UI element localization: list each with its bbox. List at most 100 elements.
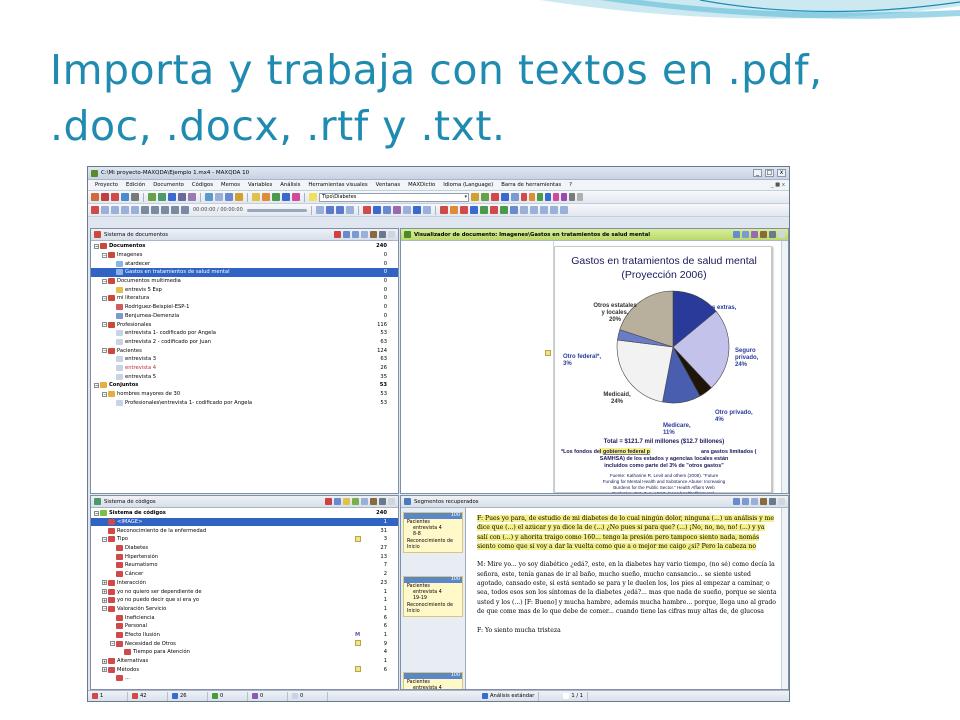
align-down-icon[interactable] [335, 206, 344, 214]
minimize-button[interactable]: _ [753, 169, 762, 177]
tree-row[interactable]: <IMAGE> 1 [91, 517, 398, 527]
collapse-icon[interactable]: − [102, 348, 107, 354]
color-icon[interactable] [343, 498, 350, 505]
edit-icon[interactable] [742, 231, 749, 238]
undo-icon[interactable] [511, 193, 519, 201]
collapse-icon[interactable]: − [94, 510, 99, 516]
menu-item[interactable]: ? [565, 182, 576, 188]
collapse-icon[interactable]: − [102, 295, 107, 301]
tree-row[interactable]: + yo no quiero ser dependiente de 1 [91, 587, 398, 596]
open-project-icon[interactable] [91, 193, 99, 201]
expand-icon[interactable]: + [102, 580, 107, 586]
mdi-controls[interactable]: _ ■ x [767, 182, 789, 188]
color-icon[interactable] [449, 206, 458, 214]
code-color-icon[interactable] [521, 193, 527, 201]
code-color-icon[interactable] [569, 193, 575, 201]
play-icon[interactable] [161, 206, 169, 214]
end-icon[interactable] [181, 206, 189, 214]
delete-icon[interactable] [111, 193, 119, 201]
color-code-icon[interactable] [481, 193, 489, 201]
collapse-icon[interactable]: − [110, 641, 115, 647]
code-view-icon[interactable] [469, 206, 478, 214]
pin-icon[interactable] [769, 498, 776, 505]
collapse-icon[interactable]: − [102, 606, 107, 612]
close-button[interactable]: x [777, 169, 786, 177]
code-color-icon[interactable] [529, 193, 535, 201]
memo-icon[interactable] [545, 350, 551, 356]
code-color-icon[interactable] [545, 193, 551, 201]
expand-icon[interactable]: + [102, 597, 107, 603]
eraser-icon[interactable] [539, 206, 548, 214]
tree-row[interactable]: entrevis 5 Esp 0 [91, 285, 398, 294]
tree-row[interactable]: − hombres mayores de 30 53 [91, 390, 398, 399]
menu-item[interactable]: Memos [217, 182, 244, 188]
tool-icon[interactable] [559, 206, 568, 214]
menu-item[interactable]: Herramientas visuales [304, 182, 371, 188]
segment-info-box[interactable]: 100 Pacientes entrevista 4 [403, 672, 463, 689]
tree-row[interactable]: Gastos en tratamientos de salud mental 0 [91, 268, 398, 277]
tree-row[interactable]: − Documentos 240 [91, 242, 398, 251]
weight-icon[interactable] [501, 193, 509, 201]
memo-icon[interactable] [355, 536, 361, 543]
cut-icon[interactable] [101, 193, 109, 201]
tree-row[interactable]: Benjumea-Demenzia 0 [91, 312, 398, 321]
maximize-button[interactable]: □ [765, 169, 774, 177]
tree-row[interactable]: − Profesionales 116 [91, 320, 398, 329]
emoticode-icon[interactable] [491, 193, 499, 201]
filter-icon[interactable] [325, 498, 332, 505]
tree-row[interactable]: entrevista 5 35 [91, 372, 398, 381]
grid-icon[interactable] [334, 498, 341, 505]
stack-icon[interactable] [121, 206, 129, 214]
align-up-icon[interactable] [325, 206, 334, 214]
search-icon[interactable] [370, 498, 377, 505]
tool-icon[interactable] [549, 206, 558, 214]
code-icon[interactable] [471, 193, 479, 201]
tree-row[interactable]: entrevista 2 - codificado por Juan 63 [91, 338, 398, 347]
align-top-icon[interactable] [315, 206, 324, 214]
tree-row[interactable]: Personal 6 [91, 622, 398, 631]
tree-row[interactable]: + Alternativas 1 [91, 657, 398, 666]
table-icon[interactable] [178, 193, 186, 201]
close-pane-icon[interactable] [388, 231, 395, 238]
export-icon[interactable] [361, 498, 368, 505]
tree-row[interactable]: Ineficiencia 6 [91, 613, 398, 622]
media-position-slider[interactable] [246, 208, 307, 212]
tree-row[interactable]: Reconocimiento de la enfermedad 31 [91, 526, 398, 535]
menu-item[interactable]: Códigos [188, 182, 217, 188]
active-code-combo[interactable]: Tipo\Diabetes [319, 192, 469, 202]
export-icon[interactable] [361, 231, 368, 238]
text-icon[interactable] [235, 193, 243, 201]
search-icon[interactable] [282, 193, 290, 201]
tree-row[interactable]: entrevista 3 63 [91, 355, 398, 364]
import-icon[interactable] [215, 193, 223, 201]
viewer-scrollbar[interactable] [781, 241, 788, 493]
activate-icon[interactable] [158, 193, 166, 201]
expand-icon[interactable]: + [102, 658, 107, 664]
tag-icon[interactable] [272, 193, 280, 201]
tree-row[interactable]: Cáncer 2 [91, 570, 398, 579]
menu-item[interactable]: Análisis [276, 182, 304, 188]
memo-icon[interactable] [439, 206, 448, 214]
fit-icon[interactable] [422, 206, 431, 214]
tree-row[interactable]: entrevista 1- codificado por Angela 53 [91, 329, 398, 338]
memo-icon[interactable] [168, 193, 176, 201]
menu-item[interactable]: Documento [149, 182, 188, 188]
code-color-icon[interactable] [561, 193, 567, 201]
tree-row[interactable]: − Valoración Servicio 1 [91, 605, 398, 614]
tree-row[interactable]: − Necesidad de Otros 9 [91, 639, 398, 648]
filter-icon[interactable] [334, 231, 341, 238]
memo-icon[interactable] [355, 640, 361, 647]
tree-row[interactable]: atardecer 0 [91, 259, 398, 268]
align-bottom-icon[interactable] [345, 206, 354, 214]
expand-icon[interactable]: + [102, 667, 107, 673]
code-color-icon[interactable] [577, 193, 583, 201]
tree-row[interactable]: + Interacción 23 [91, 579, 398, 588]
code-color-icon[interactable] [553, 193, 559, 201]
collapse-icon[interactable]: − [102, 322, 107, 328]
chart-icon[interactable] [479, 206, 488, 214]
memo-icon[interactable] [355, 666, 361, 673]
tree-row[interactable]: + Métodos 6 [91, 665, 398, 674]
memo-icon[interactable] [751, 231, 758, 238]
copy-icon[interactable] [352, 231, 359, 238]
segment-text-2[interactable]: M: Mire yo... yo soy diabético ¿edá?, es… [477, 561, 777, 614]
